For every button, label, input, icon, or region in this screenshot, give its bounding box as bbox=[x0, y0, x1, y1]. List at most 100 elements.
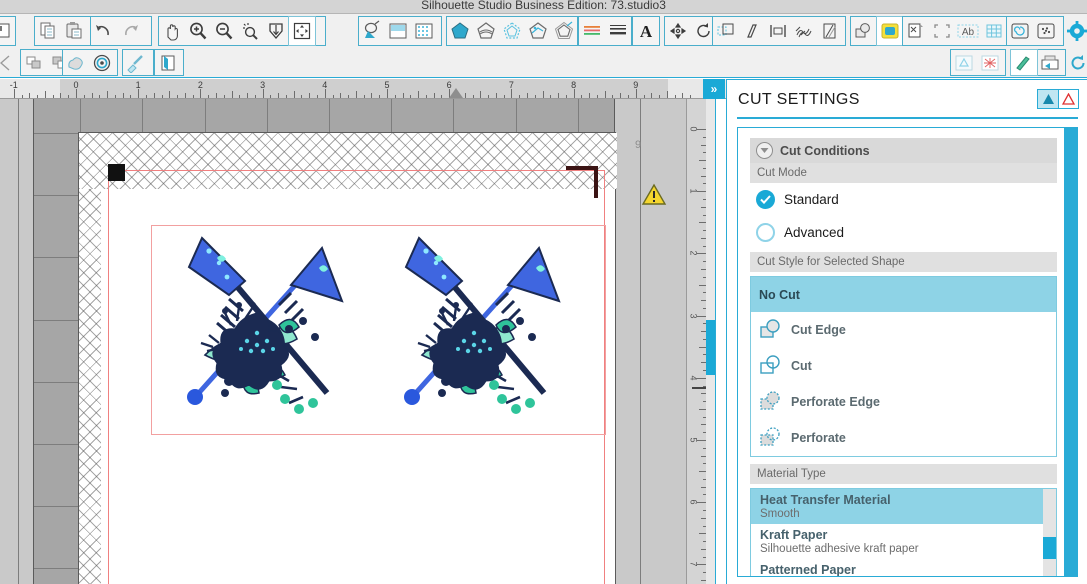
window-title: Silhouette Studio Business Edition: 73.s… bbox=[421, 0, 666, 12]
material-name: Kraft Paper bbox=[760, 528, 828, 542]
artwork-crossed-arrows-1[interactable] bbox=[167, 233, 357, 428]
canvas-scrollbar-thumb[interactable] bbox=[706, 320, 715, 375]
gear-icon[interactable] bbox=[1064, 17, 1087, 45]
shear-icon[interactable] bbox=[739, 17, 765, 45]
toolbar-group-print-cut bbox=[950, 49, 1006, 76]
cut-conditions-section: Cut Conditions Cut Mode Standard Advance… bbox=[750, 138, 1057, 576]
cut-style-option-perforate[interactable]: Perforate bbox=[751, 420, 1056, 456]
cut-edge-icon bbox=[759, 318, 783, 343]
print-triangle-icon[interactable] bbox=[951, 50, 977, 75]
eyedropper-icon[interactable] bbox=[123, 50, 149, 75]
copy-icon[interactable] bbox=[35, 17, 61, 45]
sync-refresh-icon[interactable] bbox=[1066, 50, 1087, 75]
warning-triangle-icon[interactable] bbox=[641, 183, 667, 212]
zoom-selection-icon[interactable] bbox=[237, 17, 263, 45]
weld-icon[interactable] bbox=[851, 17, 877, 45]
toolbar-group-file bbox=[0, 16, 16, 46]
chevron-down-circle-icon[interactable] bbox=[756, 142, 773, 159]
registration-marks-icon[interactable] bbox=[411, 17, 437, 45]
panel-body: Cut Conditions Cut Mode Standard Advance… bbox=[737, 127, 1078, 577]
expand-panel-button[interactable]: » bbox=[703, 79, 725, 99]
cut-style-option-no-cut[interactable]: No Cut bbox=[751, 277, 1056, 312]
material-list-scrollbar-thumb[interactable] bbox=[1043, 537, 1056, 559]
design-page-icon[interactable] bbox=[385, 17, 411, 45]
vertical-ruler[interactable]: 0 1 2 3 4 5 6 7 bbox=[686, 99, 706, 584]
fit-page-icon[interactable] bbox=[263, 17, 289, 45]
red-triangle-outline-icon[interactable] bbox=[1058, 90, 1078, 108]
blob-shape-icon[interactable] bbox=[63, 50, 89, 75]
toolbar-group-history bbox=[90, 16, 152, 46]
bring-front-icon[interactable] bbox=[21, 50, 47, 75]
page-margin-hatch-top bbox=[79, 133, 617, 189]
grid-icon[interactable] bbox=[981, 17, 1007, 45]
fit-window-icon[interactable] bbox=[288, 16, 316, 46]
hand-icon[interactable] bbox=[159, 17, 185, 45]
cut-mode-standard-label: Standard bbox=[784, 192, 839, 207]
cut-style-option-perforate-edge[interactable]: Perforate Edge bbox=[751, 384, 1056, 420]
new-document-icon[interactable] bbox=[0, 17, 15, 45]
undo-arrow-icon[interactable] bbox=[91, 17, 117, 45]
toolbar-group-special bbox=[1006, 16, 1064, 46]
modify-icon[interactable] bbox=[817, 17, 843, 45]
align-icon[interactable] bbox=[765, 17, 791, 45]
toolbar-group-eyedropper bbox=[122, 49, 154, 76]
material-type-list[interactable]: Heat Transfer Material Smooth Kraft Pape… bbox=[750, 488, 1057, 576]
panel-title-underline bbox=[737, 117, 1078, 119]
cut-blade-icon[interactable] bbox=[1010, 49, 1038, 76]
toolbar-group-page-setup bbox=[358, 16, 442, 46]
print-cut-icon[interactable] bbox=[977, 50, 1003, 75]
sketch-icon[interactable] bbox=[499, 17, 525, 45]
send-machine-icon[interactable] bbox=[1037, 50, 1063, 75]
vertical-ruler-tick-label: 6 bbox=[688, 499, 699, 505]
artwork-crossed-arrows-2[interactable] bbox=[384, 233, 574, 428]
cut-style-option-cut-edge[interactable]: Cut Edge bbox=[751, 312, 1056, 348]
trace-icon[interactable] bbox=[525, 17, 551, 45]
line-style-icon[interactable] bbox=[473, 17, 499, 45]
horizontal-ruler[interactable]: -1 0 1 2 3 4 5 6 7 8 9 bbox=[0, 79, 726, 99]
ruler-tick-label: 9 bbox=[633, 80, 639, 90]
zoom-out-icon[interactable] bbox=[211, 17, 237, 45]
toolbar-group-pointer bbox=[0, 49, 16, 76]
knife-highlight-icon[interactable] bbox=[876, 16, 904, 46]
pointer-icon[interactable] bbox=[0, 50, 16, 75]
offset-icon[interactable] bbox=[551, 17, 577, 45]
line-color-icon[interactable] bbox=[579, 17, 605, 45]
ruler-tick-label: 1 bbox=[135, 80, 141, 90]
library-book-icon[interactable] bbox=[155, 50, 181, 75]
cut-mode-option-advanced[interactable]: Advanced bbox=[750, 216, 1057, 249]
redo-arrow-icon[interactable] bbox=[117, 17, 143, 45]
panel-header: CUT SETTINGS bbox=[727, 80, 1087, 124]
cut-conditions-header[interactable]: Cut Conditions bbox=[750, 138, 1057, 163]
panel-left-gutter bbox=[715, 99, 726, 584]
concentric-circles-icon[interactable] bbox=[89, 50, 115, 75]
fill-pentagon-icon[interactable] bbox=[447, 17, 473, 45]
cut-style-perforate-label: Perforate bbox=[791, 431, 846, 445]
design-canvas[interactable]: 9 bbox=[0, 99, 686, 584]
page-setup-icon[interactable] bbox=[359, 17, 385, 45]
paste-icon[interactable] bbox=[61, 17, 87, 45]
text-path-icon[interactable]: Ab bbox=[955, 17, 981, 45]
scale-icon[interactable] bbox=[713, 17, 739, 45]
vertical-ruler-tick-label: 3 bbox=[688, 313, 699, 319]
cut-mode-option-standard[interactable]: Standard bbox=[750, 183, 1057, 216]
autofit-icon[interactable] bbox=[929, 17, 955, 45]
material-option-kraft-paper[interactable]: Kraft Paper Silhouette adhesive kraft pa… bbox=[751, 524, 1056, 559]
line-thickness-icon[interactable] bbox=[605, 17, 631, 45]
zoom-in-icon[interactable] bbox=[185, 17, 211, 45]
move-cross-icon[interactable] bbox=[665, 17, 691, 45]
rhinestone-spiral-icon[interactable] bbox=[1007, 17, 1033, 45]
panel-scrollbar[interactable] bbox=[1064, 128, 1077, 576]
stipple-icon[interactable] bbox=[1033, 17, 1059, 45]
material-desc: Smooth bbox=[760, 508, 800, 520]
material-list-scrollbar-track[interactable] bbox=[1043, 489, 1056, 576]
cut-style-cut-edge-label: Cut Edge bbox=[791, 323, 846, 337]
toolbar-group-send bbox=[1010, 49, 1066, 76]
cut-style-option-cut[interactable]: Cut bbox=[751, 348, 1056, 384]
replicate-icon[interactable] bbox=[791, 17, 817, 45]
material-option-patterned-paper[interactable]: Patterned Paper Medium weight – 65lb bbox=[751, 559, 1056, 576]
blue-triangle-up-icon[interactable] bbox=[1038, 90, 1058, 108]
vertical-ruler-tick-label: 5 bbox=[688, 437, 699, 443]
nesting-icon[interactable] bbox=[903, 17, 929, 45]
text-A-icon[interactable]: A bbox=[633, 17, 659, 45]
material-option-heat-transfer[interactable]: Heat Transfer Material Smooth bbox=[751, 489, 1056, 524]
